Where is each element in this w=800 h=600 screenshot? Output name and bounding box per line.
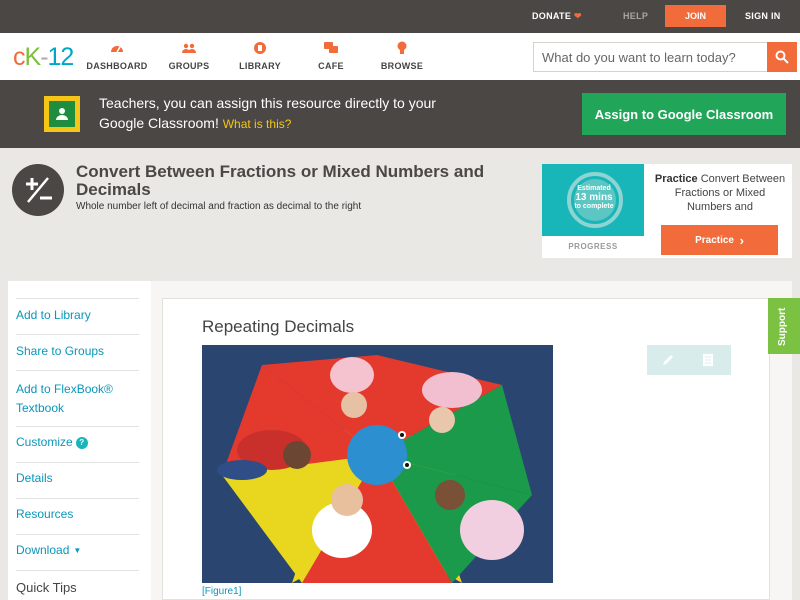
caret-down-icon: ▼ — [73, 546, 82, 555]
sidebar-item-add-to-library[interactable]: Add to Library — [16, 308, 139, 335]
search-icon — [775, 50, 789, 64]
progress-label: PROGRESS — [568, 242, 618, 251]
classroom-message: Teachers, you can assign this resource d… — [99, 95, 436, 131]
dashboard-icon — [111, 46, 123, 53]
sign-in-link[interactable]: SIGN IN — [745, 11, 781, 21]
cafe-icon — [324, 42, 338, 53]
progress-ring: Estimated 13 mins to complete — [542, 164, 644, 236]
concept-subtitle: Whole number left of decimal and fractio… — [76, 201, 362, 212]
practice-button[interactable]: Practice › — [661, 225, 778, 255]
join-button[interactable]: JOIN — [665, 5, 726, 27]
help-icon[interactable]: ? — [75, 437, 88, 449]
library-icon — [254, 42, 266, 54]
nav-groups[interactable]: GROUPS — [154, 41, 224, 71]
lesson-title: Repeating Decimals — [202, 317, 355, 336]
sidebar-item-share-to-groups[interactable]: Share to Groups — [16, 344, 139, 371]
nav-cafe[interactable]: CAFE — [296, 41, 366, 71]
main-header: cK-12 DASHBOARD GROUPS LIBRARY CAFE BROW… — [0, 33, 800, 80]
pencil-icon[interactable] — [659, 351, 677, 369]
donate-link[interactable]: DONATE ❤ — [532, 11, 582, 22]
sidebar-item-add-to-flexbook[interactable]: Add to FlexBook® Textbook — [16, 380, 139, 427]
sidebar-item-customize[interactable]: Customize? — [16, 435, 139, 463]
figure-link[interactable]: [Figure1] — [202, 586, 241, 597]
concept-title: Convert Between Fractions or Mixed Numbe… — [76, 162, 485, 199]
search-input[interactable] — [534, 43, 768, 71]
practice-description: Practice Convert Between Fractions or Mi… — [654, 173, 786, 213]
nav-dashboard[interactable]: DASHBOARD — [82, 41, 152, 71]
what-is-this-link[interactable]: What is this? — [223, 117, 292, 131]
nav-library[interactable]: LIBRARY — [225, 41, 295, 71]
search-box — [533, 42, 797, 72]
assign-to-google-classroom-button[interactable]: Assign to Google Classroom — [582, 93, 786, 135]
annotation-toolbar — [647, 345, 731, 375]
practice-card: Estimated 13 mins to complete PROGRESS P… — [542, 164, 792, 258]
sidebar-divider — [16, 298, 139, 299]
notes-icon[interactable] — [699, 351, 717, 369]
browse-icon — [397, 41, 407, 54]
help-link[interactable]: HELP — [623, 11, 648, 21]
sidebar-item-download[interactable]: Download ▼ — [16, 543, 139, 571]
ck12-logo[interactable]: cK-12 — [13, 43, 74, 72]
lesson-figure-image — [202, 345, 553, 583]
groups-icon — [182, 43, 196, 53]
support-tab[interactable]: Support — [768, 298, 800, 354]
chevron-right-icon: › — [739, 232, 744, 248]
google-classroom-icon — [44, 96, 80, 132]
nav-browse[interactable]: BROWSE — [367, 41, 437, 71]
sidebar-item-resources[interactable]: Resources — [16, 507, 139, 535]
search-button[interactable] — [767, 42, 797, 72]
heart-icon: ❤ — [573, 11, 582, 21]
quick-tips-heading[interactable]: Quick Tips — [16, 580, 77, 595]
sidebar-item-details[interactable]: Details — [16, 471, 139, 499]
plus-minus-icon — [12, 164, 64, 216]
top-bar: DONATE ❤ HELP JOIN SIGN IN — [0, 0, 800, 33]
